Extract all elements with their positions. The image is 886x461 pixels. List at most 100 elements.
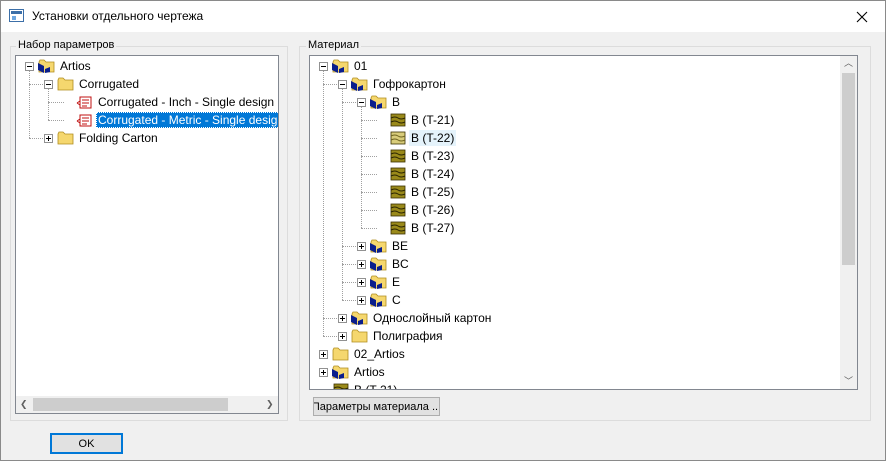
tree-connector bbox=[29, 71, 30, 138]
tree-connector bbox=[342, 246, 358, 247]
expand-toggle-icon[interactable] bbox=[44, 134, 53, 143]
material-params-button[interactable]: Параметры материала ... bbox=[313, 397, 440, 416]
tree-node-label: Полиграфия bbox=[373, 329, 443, 343]
library-folder-icon bbox=[370, 256, 388, 272]
tree-node[interactable]: 01 bbox=[332, 57, 369, 75]
tree-node-label: B (T-21) bbox=[354, 383, 398, 390]
ok-button[interactable]: OK bbox=[50, 433, 123, 454]
tree-node-label: B (T-21) bbox=[411, 113, 455, 127]
collapse-toggle-icon[interactable] bbox=[44, 80, 53, 89]
scroll-thumb[interactable] bbox=[842, 73, 855, 265]
tree-connector bbox=[342, 102, 358, 103]
close-icon bbox=[856, 11, 868, 22]
expand-toggle-icon[interactable] bbox=[357, 278, 366, 287]
tree-node[interactable]: Полиграфия bbox=[351, 327, 445, 345]
tree-node-label: Гофрокартон bbox=[373, 77, 446, 91]
expand-toggle-icon[interactable] bbox=[357, 296, 366, 305]
scroll-right-icon[interactable]: ❯ bbox=[266, 400, 274, 409]
tree-node-label: Corrugated - Inch - Single design parame… bbox=[98, 95, 278, 109]
tree-node[interactable]: C bbox=[370, 291, 403, 309]
tree-node[interactable]: E bbox=[370, 273, 402, 291]
material-tree[interactable]: 01 Гофрокартон B B (T-21) B (T-22) B (T-… bbox=[309, 55, 858, 390]
tree-connector bbox=[323, 84, 339, 85]
tree-node-label: B (T-25) bbox=[411, 185, 455, 199]
parameter-set-tree[interactable]: Artios Corrugated Corrugated - Inch - Si… bbox=[15, 55, 279, 414]
material-icon bbox=[389, 220, 407, 236]
collapse-toggle-icon[interactable] bbox=[338, 80, 347, 89]
tree-connector bbox=[48, 89, 49, 120]
expand-toggle-icon[interactable] bbox=[338, 332, 347, 341]
tree-connector bbox=[29, 84, 45, 85]
window-title: Установки отдельного чертежа bbox=[32, 9, 204, 23]
expand-toggle-icon[interactable] bbox=[319, 368, 328, 377]
tree-node[interactable]: BE bbox=[370, 237, 410, 255]
vertical-scrollbar[interactable]: ︿ ﹀ bbox=[840, 56, 857, 389]
scroll-down-icon[interactable]: ﹀ bbox=[844, 377, 853, 386]
tree-connector bbox=[342, 89, 343, 300]
collapse-toggle-icon[interactable] bbox=[25, 62, 34, 71]
tree-node[interactable]: 02_Artios bbox=[332, 345, 407, 363]
material-icon bbox=[389, 112, 407, 128]
library-folder-icon bbox=[370, 292, 388, 308]
tree-node-label: B (T-27) bbox=[411, 221, 455, 235]
library-folder-icon bbox=[351, 310, 369, 326]
title-bar: Установки отдельного чертежа bbox=[1, 1, 885, 32]
tree-node[interactable]: B (T-25) bbox=[389, 183, 456, 201]
horizontal-scrollbar[interactable]: ❮ ❯ bbox=[16, 396, 278, 413]
tree-node-label: E bbox=[392, 275, 401, 289]
tree-connector bbox=[342, 282, 358, 283]
library-folder-icon bbox=[351, 76, 369, 92]
tree-connector bbox=[361, 138, 377, 139]
tree-node[interactable]: B (T-24) bbox=[389, 165, 456, 183]
tree-connector bbox=[342, 264, 358, 265]
tree-node[interactable]: Corrugated bbox=[57, 75, 141, 93]
scroll-up-icon[interactable]: ︿ bbox=[844, 59, 853, 68]
collapse-toggle-icon[interactable] bbox=[319, 62, 328, 71]
tree-node[interactable]: B (T-23) bbox=[389, 147, 456, 165]
tree-node-label: 02_Artios bbox=[354, 347, 405, 361]
scroll-left-icon[interactable]: ❮ bbox=[20, 400, 28, 409]
tree-node[interactable]: Corrugated - Metric - Single design para… bbox=[76, 111, 278, 129]
expand-toggle-icon[interactable] bbox=[319, 350, 328, 359]
tree-node[interactable]: Folding Carton bbox=[57, 129, 160, 147]
expand-toggle-icon[interactable] bbox=[338, 314, 347, 323]
scroll-thumb[interactable] bbox=[33, 398, 228, 411]
tree-connector bbox=[323, 71, 324, 336]
close-button[interactable] bbox=[839, 1, 885, 32]
tree-node[interactable]: Artios bbox=[38, 57, 93, 75]
tree-node[interactable]: Однослойный картон bbox=[351, 309, 493, 327]
tree-connector bbox=[48, 120, 64, 121]
tree-node[interactable]: B bbox=[370, 93, 402, 111]
tree-node[interactable]: Corrugated - Inch - Single design parame… bbox=[76, 93, 278, 111]
material-icon bbox=[389, 184, 407, 200]
expand-toggle-icon[interactable] bbox=[357, 242, 366, 251]
tree-node-label: BE bbox=[392, 239, 409, 253]
collapse-toggle-icon[interactable] bbox=[357, 98, 366, 107]
library-folder-icon bbox=[332, 364, 350, 380]
tree-connector bbox=[48, 102, 64, 103]
tree-connector bbox=[342, 300, 358, 301]
tree-connector bbox=[361, 156, 377, 157]
tree-node[interactable]: B (T-26) bbox=[389, 201, 456, 219]
material-icon-selected bbox=[389, 130, 407, 146]
tree-node-label: C bbox=[392, 293, 401, 307]
tree-node-label: Corrugated - Metric - Single design para… bbox=[96, 112, 278, 128]
tree-node-label: Folding Carton bbox=[79, 131, 158, 145]
material-label: Материал bbox=[306, 39, 361, 51]
tree-node[interactable]: B (T-21) bbox=[389, 111, 456, 129]
tree-node[interactable]: Гофрокартон bbox=[351, 75, 448, 93]
tree-node[interactable]: Artios bbox=[332, 363, 387, 381]
folder-icon bbox=[332, 346, 350, 362]
library-folder-icon bbox=[370, 238, 388, 254]
expand-toggle-icon[interactable] bbox=[357, 260, 366, 269]
material-icon bbox=[389, 166, 407, 182]
tree-node[interactable]: BC bbox=[370, 255, 411, 273]
library-folder-icon bbox=[370, 274, 388, 290]
tree-node[interactable]: B (T-22) bbox=[389, 129, 457, 147]
tree-connector bbox=[361, 120, 377, 121]
material-icon bbox=[389, 202, 407, 218]
tree-node-label: B (T-24) bbox=[411, 167, 455, 181]
tree-node[interactable]: B (T-21) bbox=[332, 381, 399, 390]
tree-node[interactable]: B (T-27) bbox=[389, 219, 456, 237]
tree-node-label: B (T-23) bbox=[411, 149, 455, 163]
